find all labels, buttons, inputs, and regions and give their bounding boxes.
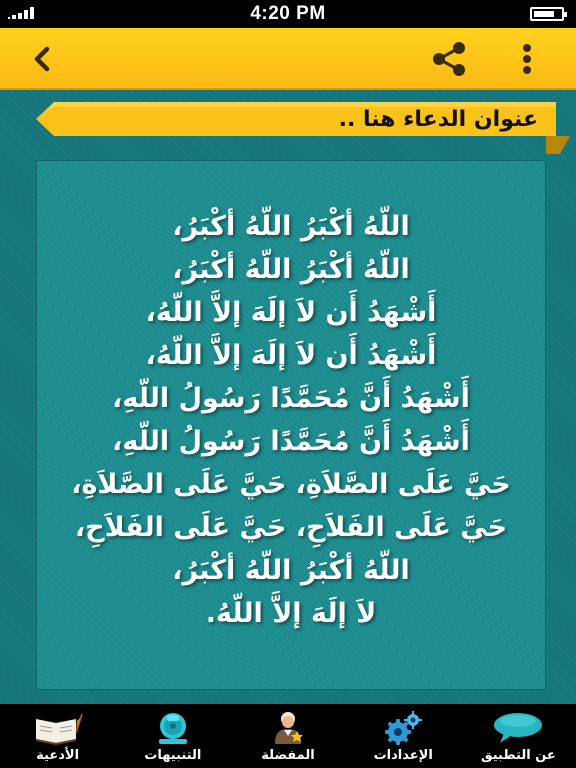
prayer-line: حَيَّ عَلَى الصَّلاَةِ، حَيَّ عَلَى الصَ…	[71, 469, 511, 500]
prayer-line: لاَ إلَهَ إلاَّ اللّهُ.	[205, 598, 377, 629]
prayer-line: اللّهُ أكْبَرُ اللّهُ أكْبَرُ،	[172, 254, 410, 285]
battery-icon	[530, 7, 567, 21]
back-button[interactable]	[22, 38, 64, 80]
tab-label: التنبيهات	[144, 748, 202, 763]
tab-about[interactable]: عن التطبيق	[461, 704, 576, 768]
prayer-line: أَشْهَدُ أَن لاَ إلَهَ إلاَّ اللّهُ،	[145, 340, 437, 371]
tab-favorites[interactable]: المفضلة	[230, 704, 345, 768]
bottom-tab-bar: الأدعية التنبيهات المفضلة الإعدادات عن ا…	[0, 704, 576, 768]
favorite-person-icon	[275, 712, 303, 744]
tab-label: المفضلة	[261, 748, 315, 763]
prayer-line: اللّهُ أكْبَرُ اللّهُ أكْبَرُ،	[172, 211, 410, 242]
bell-icon	[158, 713, 187, 744]
prayer-line: أَشْهَدُ أَن لاَ إلَهَ إلاَّ اللّهُ،	[145, 297, 437, 328]
share-icon	[433, 42, 465, 76]
title-ribbon: عنوان الدعاء هنا ..	[36, 102, 570, 154]
overflow-menu-button[interactable]	[506, 38, 548, 80]
tab-label: عن التطبيق	[481, 748, 556, 763]
share-button[interactable]	[428, 38, 470, 80]
status-time: 4:20 PM	[250, 3, 326, 24]
page-title: عنوان الدعاء هنا ..	[338, 107, 538, 132]
status-bar: 4:20 PM	[0, 0, 576, 28]
prayer-line: أَشْهَدُ أَنَّ مُحَمَّدًا رَسُولُ اللّهِ…	[112, 383, 470, 414]
app-bar	[0, 28, 576, 90]
prayer-text: اللّهُ أكْبَرُ اللّهُ أكْبَرُ، اللّهُ أك…	[37, 211, 545, 641]
prayer-line: اللّهُ أكْبَرُ اللّهُ أكْبَرُ،	[172, 555, 410, 586]
tab-label: الأدعية	[36, 748, 80, 763]
tab-settings[interactable]: الإعدادات	[346, 704, 461, 768]
prayer-line: حَيَّ عَلَى الفَلاَحِ، حَيَّ عَلَى الفَل…	[74, 512, 508, 543]
more-vertical-icon	[523, 44, 531, 74]
prayer-line: أَشْهَدُ أَنَّ مُحَمَّدًا رَسُولُ اللّهِ…	[112, 426, 470, 457]
gears-icon	[385, 711, 423, 745]
speech-bubble-icon	[494, 713, 543, 743]
chevron-left-icon	[34, 46, 50, 72]
book-icon	[35, 713, 83, 745]
tab-label: الإعدادات	[373, 748, 433, 763]
tab-alerts[interactable]: التنبيهات	[115, 704, 230, 768]
prayer-card: اللّهُ أكْبَرُ اللّهُ أكْبَرُ، اللّهُ أك…	[36, 160, 546, 690]
tab-duas[interactable]: الأدعية	[0, 704, 115, 768]
